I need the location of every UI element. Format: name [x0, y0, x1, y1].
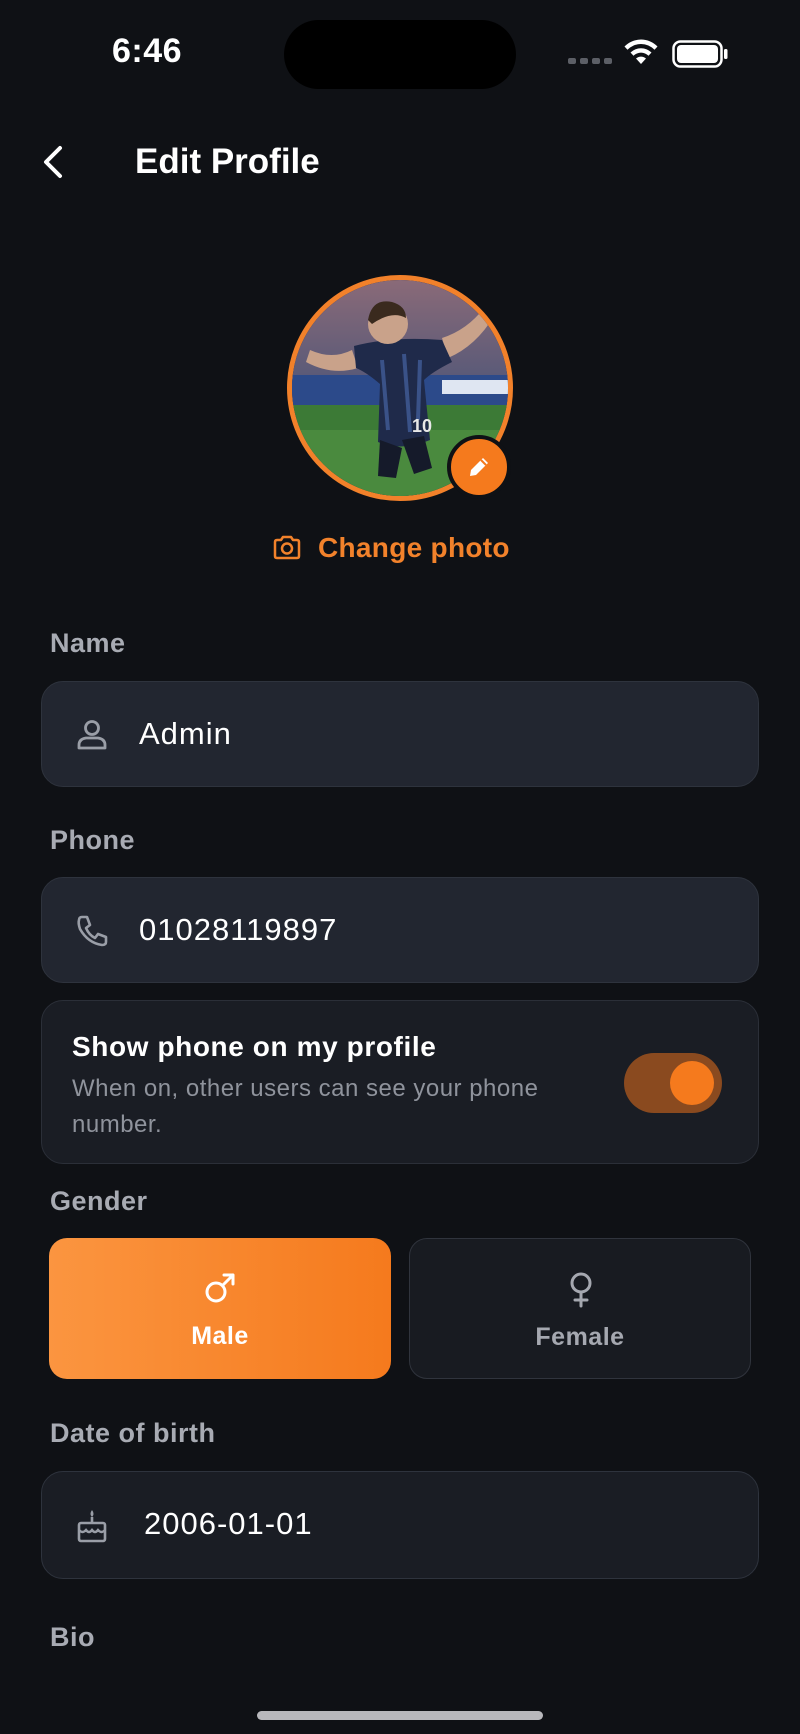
- avatar-container: 10: [287, 275, 513, 501]
- back-arrow-icon[interactable]: [36, 142, 72, 182]
- status-bar: 6:46: [0, 0, 800, 100]
- phone-visibility-card: Show phone on my profile When on, other …: [41, 1000, 759, 1164]
- header: Edit Profile: [0, 130, 800, 194]
- phone-visibility-toggle[interactable]: [624, 1053, 722, 1113]
- gender-label: Gender: [50, 1186, 148, 1216]
- home-indicator: [257, 1711, 543, 1720]
- svg-text:10: 10: [412, 416, 432, 436]
- gender-option-label: Male: [191, 1322, 249, 1350]
- toggle-knob: [670, 1061, 714, 1105]
- name-label: Name: [50, 628, 126, 658]
- female-icon: [570, 1272, 592, 1308]
- phone-visibility-title: Show phone on my profile: [72, 1031, 437, 1062]
- camera-icon: [273, 535, 301, 560]
- edit-avatar-button[interactable]: [447, 435, 511, 499]
- battery-icon: [672, 40, 728, 68]
- gender-option-label: Female: [535, 1323, 625, 1351]
- cake-icon: [77, 1510, 107, 1543]
- pencil-icon: [470, 458, 488, 476]
- page-title: Edit Profile: [135, 142, 320, 181]
- gender-option-female[interactable]: Female: [409, 1238, 751, 1379]
- date-of-birth-field[interactable]: 2006-01-01: [41, 1471, 759, 1579]
- bio-label: Bio: [50, 1622, 95, 1652]
- phone-label: Phone: [50, 825, 136, 855]
- change-photo-button[interactable]: Change photo: [272, 528, 510, 568]
- phone-field[interactable]: 01028119897: [41, 877, 759, 983]
- phone-visibility-description: When on, other users can see your phone …: [72, 1075, 539, 1138]
- date-of-birth-label: Date of birth: [50, 1418, 216, 1448]
- gender-option-male[interactable]: Male: [49, 1238, 391, 1379]
- phone-value: 01028119897: [139, 912, 338, 947]
- male-icon: [205, 1273, 235, 1303]
- wifi-icon: [624, 39, 658, 64]
- cellular-signal-icon: [568, 58, 612, 64]
- name-field[interactable]: Admin: [41, 681, 759, 787]
- dynamic-island: [284, 20, 516, 89]
- status-time: 6:46: [112, 32, 183, 70]
- name-value: Admin: [139, 716, 232, 751]
- change-photo-label: Change photo: [318, 532, 510, 563]
- date-of-birth-value: 2006-01-01: [144, 1506, 313, 1541]
- person-icon: [77, 720, 107, 750]
- phone-icon: [77, 915, 108, 947]
